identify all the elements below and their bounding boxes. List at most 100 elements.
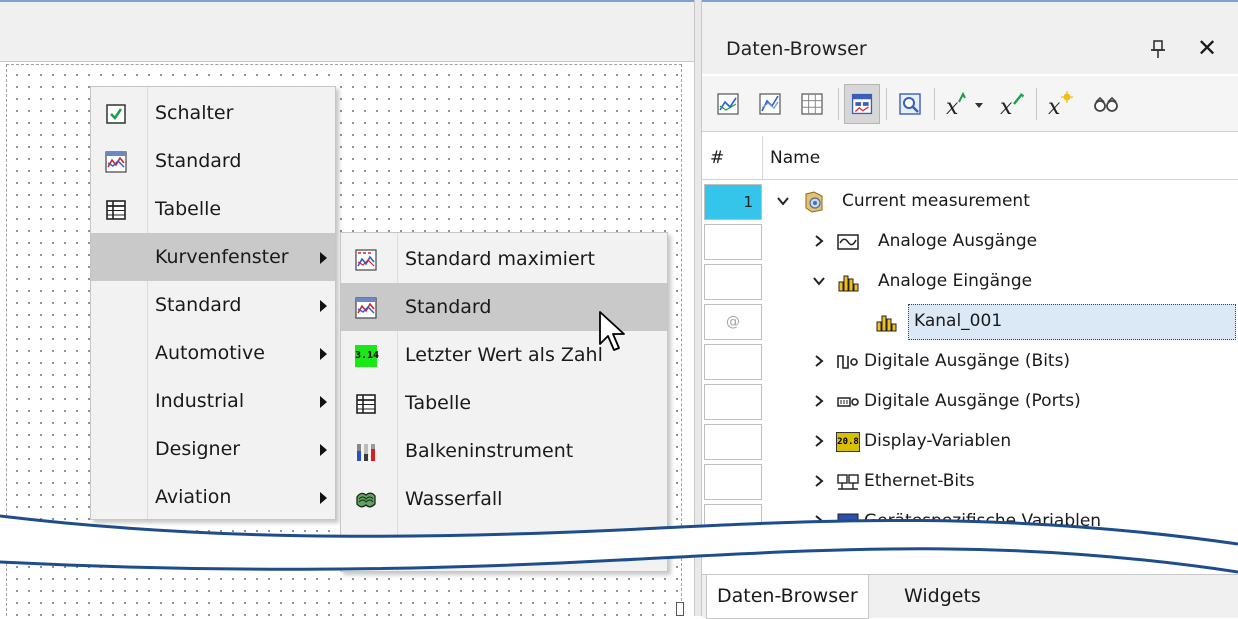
tree-row-analoge-ausgaenge[interactable]: Analoge Ausgänge <box>702 222 1238 262</box>
tree-row-label: Current measurement <box>842 191 1030 211</box>
tree-row-current-measurement[interactable]: 1 Current measurement <box>702 182 1238 222</box>
menu-item-label: Aviation <box>155 486 232 508</box>
tree-row-kanal-001[interactable]: @ Kanal_001 <box>702 302 1238 342</box>
menu-item-tabelle[interactable]: Tabelle <box>91 185 335 233</box>
submenu-item-label: Farbkarte <box>405 536 495 558</box>
toolbar-separator <box>1036 88 1037 120</box>
close-icon[interactable]: ✕ <box>1194 34 1220 62</box>
menu-item-label: Industrial <box>155 390 245 412</box>
designer-pane: Schalter Standard Tabelle Kurvenfenster <box>0 0 694 616</box>
column-header-number[interactable]: # <box>710 148 724 168</box>
menu-item-kurvenfenster[interactable]: Kurvenfenster <box>91 233 335 281</box>
curve-window-maximized-icon <box>355 249 377 271</box>
designer-header <box>0 2 694 62</box>
row-number[interactable] <box>704 264 762 300</box>
chevron-right-icon[interactable] <box>812 394 826 408</box>
tree-row-display-variablen[interactable]: 20.8 Display-Variablen <box>702 422 1238 462</box>
menu-item-standard[interactable]: Standard <box>91 137 335 185</box>
submenu-arrow-icon <box>320 252 327 264</box>
tab-widgets[interactable]: Widgets <box>894 575 991 619</box>
curve-window-icon[interactable] <box>710 84 746 124</box>
tab-daten-browser[interactable]: Daten-Browser <box>706 575 869 619</box>
panel-title-bar: Daten-Browser ✕ <box>702 2 1238 74</box>
row-number[interactable]: @ <box>704 304 762 340</box>
table-icon <box>356 394 376 414</box>
submenu-item-standard-maximiert[interactable]: Standard maximiert <box>341 235 667 283</box>
curve-window-icon <box>355 297 377 319</box>
data-browser-toolbar: x x x <box>702 76 1238 132</box>
chevron-right-icon[interactable] <box>812 234 826 248</box>
checkbox-icon <box>106 104 126 124</box>
digital-ports-icon <box>837 397 859 407</box>
chevron-down-icon[interactable] <box>812 274 826 288</box>
display-view-icon[interactable] <box>844 84 880 124</box>
submenu-arrow-icon <box>320 300 327 312</box>
device-variable-icon <box>837 513 859 531</box>
row-number[interactable] <box>704 464 762 500</box>
analog-input-icon <box>876 315 897 332</box>
formula-new-icon[interactable]: x <box>1042 84 1078 124</box>
tree-row-digitale-ausgaenge-bits[interactable]: Digitale Ausgänge (Bits) <box>702 342 1238 382</box>
chevron-right-icon[interactable] <box>812 434 826 448</box>
tree-row-label: Ethernet-Bits <box>864 471 975 491</box>
menu-item-industrial[interactable]: Industrial <box>91 377 335 425</box>
search-zoom-icon[interactable] <box>892 84 928 124</box>
table-view-icon[interactable] <box>794 84 830 124</box>
submenu-item-label: Letzter Wert als Zahl <box>405 344 603 366</box>
menu-item-schalter[interactable]: Schalter <box>91 89 335 137</box>
daten-browser-panel: Daten-Browser ✕ x x x # Name 1 Current m… <box>702 0 1238 619</box>
number-display-icon: 3.14 <box>355 345 379 367</box>
chevron-right-icon[interactable] <box>812 354 826 368</box>
table-icon <box>106 200 126 220</box>
submenu-item-tabelle[interactable]: Tabelle <box>341 379 667 427</box>
menu-item-designer[interactable]: Designer <box>91 425 335 473</box>
submenu-item-label: Tabelle <box>405 392 472 414</box>
panel-title: Daten-Browser <box>726 38 867 60</box>
submenu-item-label: Balkeninstrument <box>405 440 574 462</box>
row-number[interactable]: 1 <box>704 184 762 220</box>
canvas-resize-handle[interactable] <box>676 602 684 616</box>
pane-splitter[interactable] <box>694 0 702 616</box>
tree-row-label: Analoge Ausgänge <box>878 231 1038 251</box>
digital-bits-icon <box>837 355 858 369</box>
menu-item-standard-submenu[interactable]: Standard <box>91 281 335 329</box>
menu-item-label: Kurvenfenster <box>155 246 289 268</box>
ethernet-bits-icon <box>837 474 859 490</box>
row-number[interactable] <box>704 224 762 260</box>
tree-row-ethernet-bits[interactable]: Ethernet-Bits <box>702 462 1238 502</box>
column-header-name[interactable]: Name <box>770 148 820 168</box>
submenu-item-balkeninstrument[interactable]: Balkeninstrument <box>341 427 667 475</box>
pin-icon[interactable] <box>1148 38 1168 60</box>
tree-row-label: Analoge Eingänge <box>878 271 1033 291</box>
toolbar-separator <box>838 88 839 120</box>
column-divider[interactable] <box>762 136 763 180</box>
formula-dropdown-icon[interactable]: x <box>940 84 992 124</box>
submenu-item-farbkarte[interactable]: Farbkarte <box>341 523 667 571</box>
row-number[interactable] <box>704 384 762 420</box>
chevron-right-icon[interactable] <box>812 514 826 528</box>
row-number[interactable] <box>704 504 762 540</box>
bar-instrument-icon <box>357 444 375 461</box>
bottom-tab-bar: Daten-Browser Widgets <box>702 574 1238 619</box>
submenu-arrow-icon <box>320 444 327 456</box>
curve-window-icon <box>105 151 127 173</box>
display-variable-icon: 20.8 <box>836 432 860 452</box>
chevron-down-icon[interactable] <box>776 194 790 208</box>
menu-item-aviation[interactable]: Aviation <box>91 473 335 521</box>
svg-text:x: x <box>1000 95 1013 120</box>
toolbar-separator <box>886 88 887 120</box>
waterfall-icon <box>356 492 376 508</box>
tree-row-digitale-ausgaenge-ports[interactable]: Digitale Ausgänge (Ports) <box>702 382 1238 422</box>
curve-window-multi-icon[interactable] <box>752 84 788 124</box>
svg-text:x: x <box>946 95 959 120</box>
tree-row-geraetespezifische-variablen[interactable]: Gerätespezifische Variablen <box>702 502 1238 542</box>
analog-output-icon <box>837 234 859 250</box>
submenu-item-wasserfall[interactable]: Wasserfall <box>341 475 667 523</box>
row-number[interactable] <box>704 424 762 460</box>
chevron-right-icon[interactable] <box>812 474 826 488</box>
row-number[interactable] <box>704 344 762 380</box>
formula-edit-icon[interactable]: x <box>994 84 1030 124</box>
tree-row-analoge-eingaenge[interactable]: Analoge Eingänge <box>702 262 1238 302</box>
menu-item-automotive[interactable]: Automotive <box>91 329 335 377</box>
binoculars-icon[interactable] <box>1086 84 1126 124</box>
